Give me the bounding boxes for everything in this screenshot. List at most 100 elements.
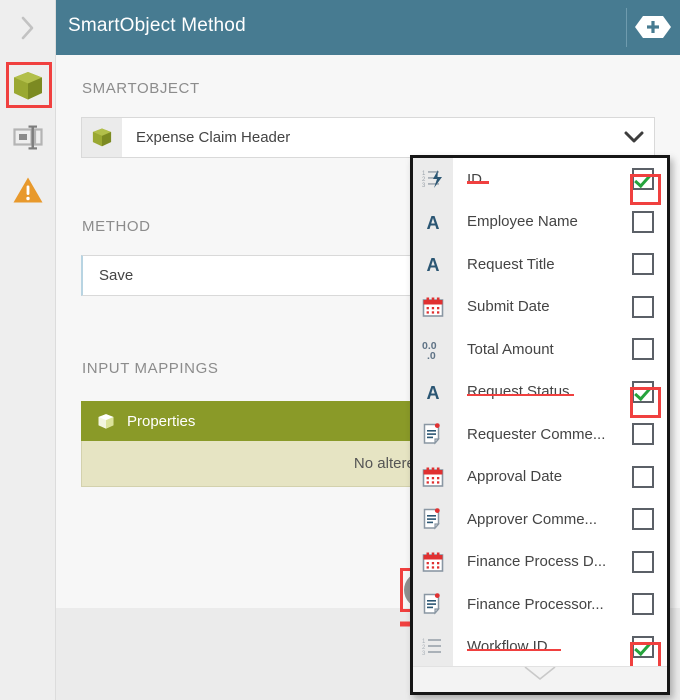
annotation-underline: [467, 648, 561, 652]
warning-triangle-icon: [13, 177, 42, 202]
property-checkbox-cell[interactable]: [619, 168, 667, 206]
properties-card-title: Properties: [127, 412, 196, 430]
left-rail: [0, 0, 56, 700]
memo-icon: [423, 423, 440, 445]
smartobject-section-label: SMARTOBJECT: [82, 80, 200, 97]
method-value: Save: [99, 267, 134, 284]
cube-icon: [92, 128, 112, 147]
number-list-icon: 123: [422, 638, 441, 657]
annotation-underline: [467, 181, 489, 184]
checkbox-unchecked[interactable]: [632, 550, 654, 573]
chevron-down-icon: [524, 667, 556, 681]
text-icon: A: [427, 213, 440, 233]
decimal-icon: 0.0.0: [422, 340, 437, 361]
input-mappings-section-label: INPUT MAPPINGS: [82, 360, 219, 377]
form-input-icon: [12, 125, 43, 149]
property-list-item-label: Request Title: [467, 255, 555, 273]
property-list-item-label: Finance Process D...: [467, 553, 607, 571]
smartobject-picker-iconbox: [82, 118, 122, 157]
checkbox-unchecked[interactable]: [632, 295, 654, 318]
property-type-icon-wrap: 123: [413, 167, 453, 191]
property-checkbox-cell[interactable]: [619, 635, 667, 673]
property-list-item[interactable]: Approver Comme...: [413, 498, 667, 541]
method-section-label: METHOD: [82, 218, 151, 235]
checkbox-unchecked[interactable]: [632, 423, 654, 446]
property-checkbox-cell[interactable]: [619, 593, 667, 616]
property-list-item[interactable]: 1 2 3 Workflow ID: [413, 626, 667, 673]
svg-text:3: 3: [422, 651, 426, 657]
checkbox-unchecked[interactable]: [632, 253, 654, 276]
autonumber-icon: 123: [422, 170, 442, 189]
checkbox-unchecked[interactable]: [632, 338, 654, 361]
property-type-icon-wrap: A: [413, 252, 453, 276]
date-icon: [422, 297, 444, 317]
property-checkbox-cell[interactable]: [619, 295, 667, 318]
property-checkbox-cell[interactable]: [619, 423, 667, 446]
property-checkbox-cell[interactable]: [619, 508, 667, 531]
property-list-item-label: Finance Processor...: [467, 595, 604, 613]
property-list-item[interactable]: Requester Comme...: [413, 413, 667, 456]
property-type-icon-wrap: [413, 592, 453, 616]
property-checkbox-cell[interactable]: [619, 550, 667, 573]
chevron-down-icon: [624, 131, 644, 143]
property-checkbox-cell[interactable]: [619, 338, 667, 361]
annotation-underline: [467, 393, 574, 397]
date-icon: [422, 552, 444, 572]
property-type-icon-wrap: [413, 550, 453, 574]
property-list-item-label: Requester Comme...: [467, 425, 606, 443]
svg-text:A: A: [427, 383, 440, 403]
property-list-item[interactable]: Finance Processor...: [413, 583, 667, 626]
property-list-item[interactable]: A Request Status: [413, 371, 667, 418]
date-icon: [422, 467, 444, 487]
property-type-icon-wrap: [413, 507, 453, 531]
cube-icon: [98, 413, 114, 429]
text-icon: A: [427, 383, 440, 403]
property-list-item[interactable]: Finance Process D...: [413, 541, 667, 584]
checkbox-unchecked[interactable]: [632, 508, 654, 531]
property-list-item-label: Submit Date: [467, 298, 550, 316]
property-list-item[interactable]: A Employee Name: [413, 201, 667, 244]
page-title: SmartObject Method: [68, 15, 246, 36]
checkbox-unchecked[interactable]: [632, 465, 654, 488]
checkbox-unchecked[interactable]: [632, 593, 654, 616]
property-list: 1 2 3 ID A Employee Name A Request Title Submit …: [413, 158, 667, 673]
checkbox-unchecked[interactable]: [632, 210, 654, 233]
svg-text:A: A: [427, 213, 440, 233]
rail-collapse-button[interactable]: [0, 0, 55, 55]
property-list-item-label: Request Status: [453, 383, 619, 400]
property-type-icon-wrap: 0.0.0: [413, 337, 453, 361]
memo-icon: [423, 508, 440, 530]
popup-scroll-down[interactable]: [413, 666, 667, 692]
chevron-right-icon: [21, 16, 33, 39]
smartobject-picker[interactable]: Expense Claim Header: [81, 117, 655, 158]
property-checkbox-cell[interactable]: [619, 253, 667, 276]
smartobject-dropdown-caret[interactable]: [614, 131, 654, 144]
property-list-item[interactable]: Approval Date: [413, 456, 667, 499]
property-list-item[interactable]: 0.0.0 Total Amount: [413, 328, 667, 371]
app-root: SmartObject Method SMARTOBJECT Expense C…: [0, 0, 680, 700]
property-type-icon-wrap: [413, 295, 453, 319]
property-checkbox-cell[interactable]: [619, 465, 667, 488]
add-item-button[interactable]: [634, 15, 672, 39]
hexagon-plus-icon: [635, 16, 671, 38]
svg-text:.0: .0: [427, 350, 436, 361]
property-list-item-label: Workflow ID: [453, 638, 619, 655]
property-list-item-label: Approver Comme...: [467, 510, 598, 528]
svg-text:A: A: [427, 255, 440, 275]
smartobject-selected-value: Expense Claim Header: [136, 129, 291, 146]
property-type-icon-wrap: [413, 422, 453, 446]
property-list-item[interactable]: 1 2 3 ID: [413, 158, 667, 206]
rail-item-form[interactable]: [0, 110, 55, 165]
property-list-item[interactable]: Submit Date: [413, 286, 667, 329]
property-list-item[interactable]: A Request Title: [413, 243, 667, 286]
svg-text:3: 3: [422, 183, 426, 189]
window-header: SmartObject Method: [56, 0, 680, 55]
property-type-icon-wrap: A: [413, 380, 453, 404]
property-list-item-label: Total Amount: [467, 340, 554, 358]
property-type-icon-wrap: A: [413, 210, 453, 234]
property-checkbox-cell[interactable]: [619, 380, 667, 418]
memo-icon: [423, 593, 440, 615]
rail-item-errors[interactable]: [0, 162, 55, 217]
property-checkbox-cell[interactable]: [619, 210, 667, 233]
property-list-item-label: Approval Date: [467, 468, 563, 486]
